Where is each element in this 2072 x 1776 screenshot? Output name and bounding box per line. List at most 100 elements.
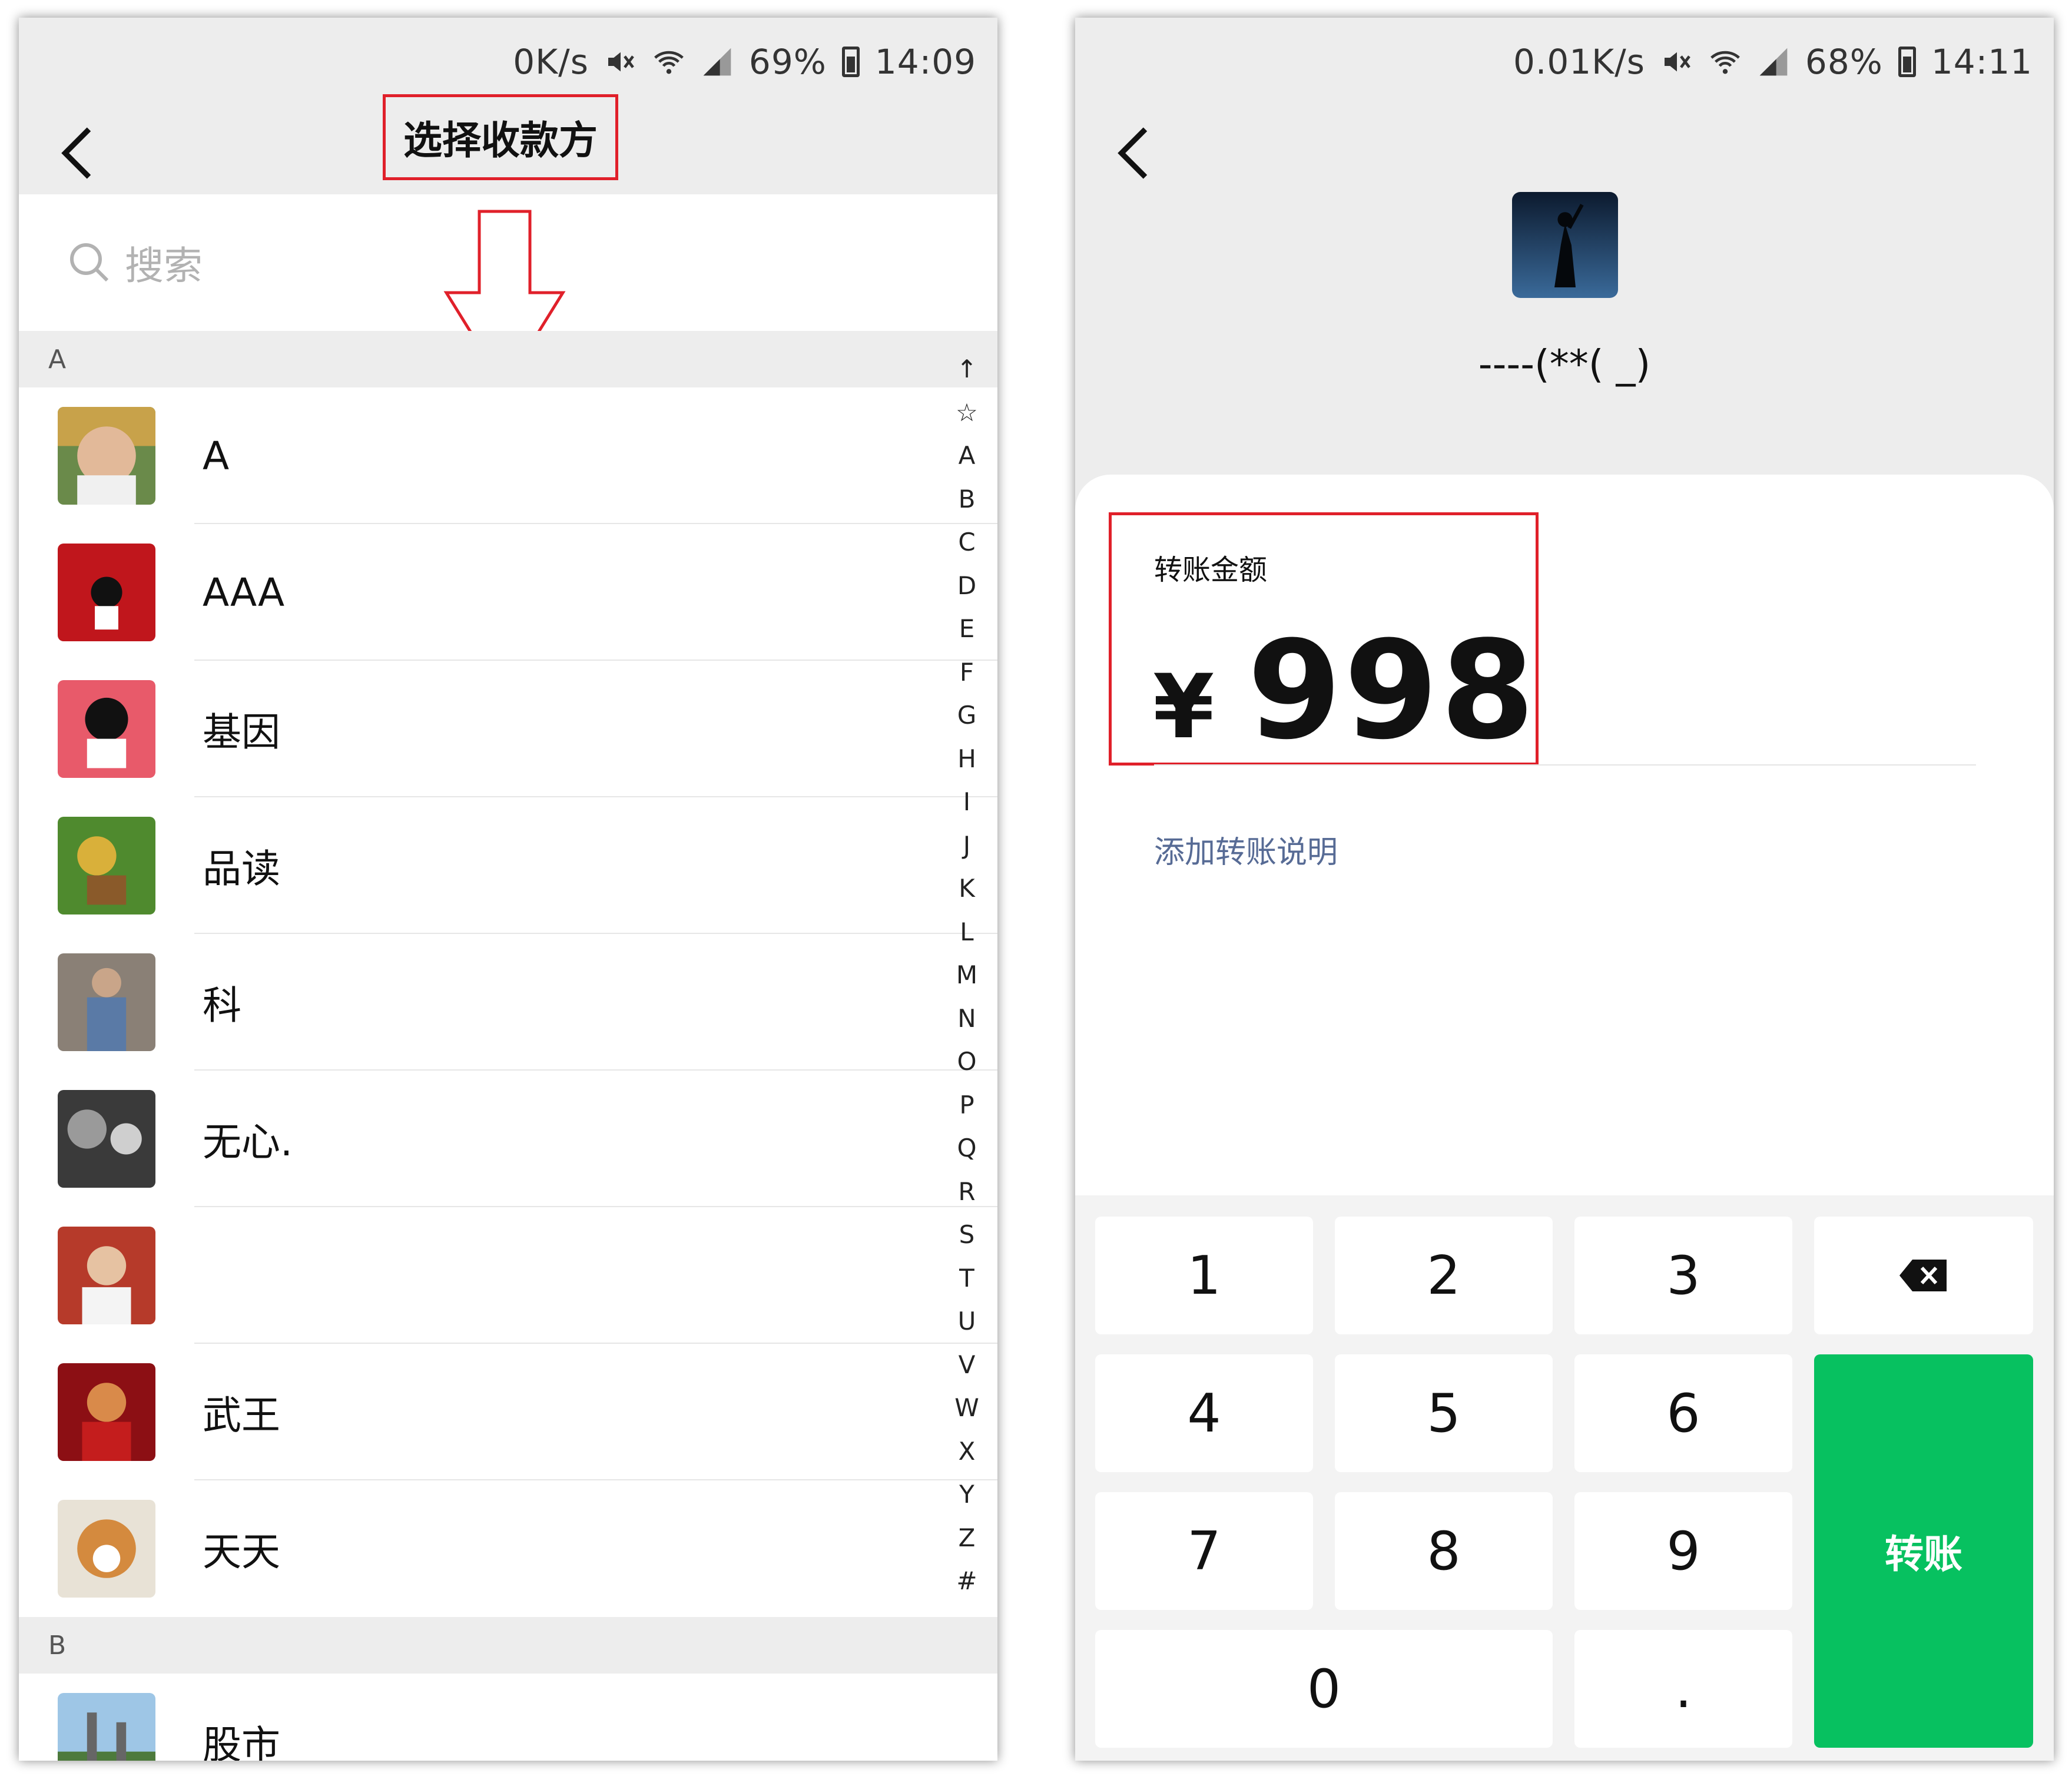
key-9[interactable]: 9 bbox=[1574, 1492, 1792, 1610]
amount-value: 998 bbox=[1247, 612, 1537, 770]
battery-percent: 68% bbox=[1805, 42, 1883, 82]
contact-name: A bbox=[203, 433, 230, 479]
index-letter[interactable]: F bbox=[960, 651, 974, 694]
key-1[interactable]: 1 bbox=[1095, 1217, 1313, 1334]
page-title: 选择收款方 bbox=[383, 94, 618, 180]
status-bar: 0.01K/s 68% 14:11 bbox=[1075, 18, 2054, 106]
contact-name: 品读 bbox=[203, 846, 280, 892]
contact-row[interactable]: 股市 bbox=[19, 1674, 997, 1761]
avatar bbox=[58, 1500, 155, 1598]
back-button[interactable] bbox=[1106, 121, 1159, 185]
index-letter[interactable]: ☆ bbox=[956, 391, 978, 435]
backspace-icon bbox=[1899, 1260, 1947, 1291]
contact-row[interactable]: 科 bbox=[19, 934, 997, 1071]
avatar bbox=[58, 680, 155, 778]
contact-row[interactable]: 天天 bbox=[19, 1480, 997, 1617]
index-letter[interactable]: U bbox=[958, 1300, 976, 1343]
contact-name: 无心. bbox=[203, 1119, 293, 1165]
avatar bbox=[58, 1363, 155, 1461]
backspace-button[interactable] bbox=[1814, 1217, 2033, 1334]
contact-row[interactable]: 武王 bbox=[19, 1344, 997, 1480]
transfer-button[interactable]: 转账 bbox=[1814, 1354, 2033, 1748]
section-header-b: B bbox=[19, 1617, 997, 1674]
contact-row[interactable]: 无心. bbox=[19, 1071, 997, 1207]
key-4[interactable]: 4 bbox=[1095, 1354, 1313, 1472]
index-letter[interactable]: D bbox=[957, 564, 976, 608]
index-letter[interactable]: T bbox=[959, 1257, 974, 1300]
search-icon bbox=[70, 243, 109, 282]
right-phone-screen: 0.01K/s 68% 14:11 ----(**( _) 转账金额 ¥ 998… bbox=[1075, 18, 2054, 1761]
contact-row[interactable]: 品读 bbox=[19, 797, 997, 934]
avatar bbox=[58, 544, 155, 641]
key-8[interactable]: 8 bbox=[1335, 1492, 1553, 1610]
index-letter[interactable]: A bbox=[959, 434, 976, 478]
contact-row[interactable]: 基因 bbox=[19, 661, 997, 797]
key-7[interactable]: 7 bbox=[1095, 1492, 1313, 1610]
contact-list: A AAA 基因 品读 科 无心. 武王 天天 B 股市 bbox=[19, 387, 997, 1761]
mute-icon bbox=[1664, 52, 1690, 72]
payee-avatar bbox=[1512, 192, 1618, 298]
alphabet-index[interactable]: ↑ ☆ A B C D E F G H I J K L M N O P Q R S T U V W X Y Z # bbox=[949, 347, 984, 1603]
index-letter[interactable]: P bbox=[959, 1084, 974, 1127]
divider bbox=[1154, 764, 1976, 766]
amount-field[interactable]: ¥ 998 bbox=[1153, 612, 1537, 770]
add-note-link[interactable]: 添加转账说明 bbox=[1154, 827, 1338, 872]
index-letter[interactable]: C bbox=[958, 521, 975, 564]
status-bar: 0K/s 69% 14:09 bbox=[19, 18, 997, 106]
signal-icon bbox=[1759, 48, 1788, 76]
index-letter[interactable]: # bbox=[956, 1559, 977, 1603]
index-letter[interactable]: N bbox=[957, 997, 976, 1041]
chevron-left-icon bbox=[61, 127, 91, 179]
key-2[interactable]: 2 bbox=[1335, 1217, 1553, 1334]
index-letter[interactable]: ↑ bbox=[956, 347, 977, 391]
avatar bbox=[58, 817, 155, 914]
index-letter[interactable]: Y bbox=[959, 1473, 974, 1516]
avatar bbox=[58, 1090, 155, 1188]
key-dot[interactable]: . bbox=[1574, 1630, 1792, 1748]
index-letter[interactable]: I bbox=[963, 780, 970, 824]
index-letter[interactable]: J bbox=[963, 824, 970, 867]
contact-name: 基因 bbox=[203, 710, 280, 755]
contact-row[interactable]: A bbox=[19, 387, 997, 524]
contact-name: AAA bbox=[203, 569, 285, 615]
index-letter[interactable]: X bbox=[959, 1430, 976, 1473]
index-letter[interactable]: O bbox=[957, 1040, 976, 1084]
battery-icon bbox=[841, 47, 860, 77]
avatar bbox=[58, 407, 155, 505]
key-3[interactable]: 3 bbox=[1574, 1217, 1792, 1334]
payee-name: ----(**( _) bbox=[1478, 342, 1651, 387]
avatar bbox=[58, 953, 155, 1051]
index-letter[interactable]: L bbox=[960, 910, 973, 954]
network-speed: 0.01K/s bbox=[1513, 42, 1645, 82]
key-0[interactable]: 0 bbox=[1095, 1630, 1553, 1748]
index-letter[interactable]: Z bbox=[959, 1516, 976, 1560]
contact-row[interactable]: AAA bbox=[19, 524, 997, 661]
avatar bbox=[58, 1227, 155, 1324]
avatar bbox=[58, 1693, 155, 1761]
index-letter[interactable]: B bbox=[959, 478, 976, 521]
battery-percent: 69% bbox=[748, 42, 827, 82]
index-letter[interactable]: E bbox=[959, 607, 975, 651]
battery-icon bbox=[1898, 47, 1916, 77]
contact-name: 股市 bbox=[203, 1722, 280, 1761]
wifi-icon bbox=[654, 51, 684, 74]
numeric-keypad: 1 2 3 4 5 6 转账 7 8 9 0 . bbox=[1075, 1195, 2054, 1761]
index-letter[interactable]: G bbox=[957, 694, 977, 737]
key-5[interactable]: 5 bbox=[1335, 1354, 1553, 1472]
index-letter[interactable]: K bbox=[959, 867, 975, 910]
index-letter[interactable]: Q bbox=[957, 1126, 976, 1170]
index-letter[interactable]: W bbox=[954, 1386, 979, 1430]
key-6[interactable]: 6 bbox=[1574, 1354, 1792, 1472]
currency-symbol: ¥ bbox=[1153, 656, 1215, 758]
amount-label: 转账金额 bbox=[1154, 554, 1268, 587]
index-letter[interactable]: S bbox=[959, 1213, 975, 1257]
clock: 14:11 bbox=[1931, 42, 2033, 82]
search-placeholder: 搜索 bbox=[125, 243, 203, 289]
index-letter[interactable]: R bbox=[958, 1170, 975, 1214]
index-letter[interactable]: V bbox=[959, 1343, 976, 1387]
contact-row[interactable] bbox=[19, 1207, 997, 1344]
index-letter[interactable]: H bbox=[957, 737, 976, 781]
index-letter[interactable]: M bbox=[956, 953, 977, 997]
contact-name: 天天 bbox=[203, 1529, 280, 1575]
back-button[interactable] bbox=[49, 121, 102, 185]
